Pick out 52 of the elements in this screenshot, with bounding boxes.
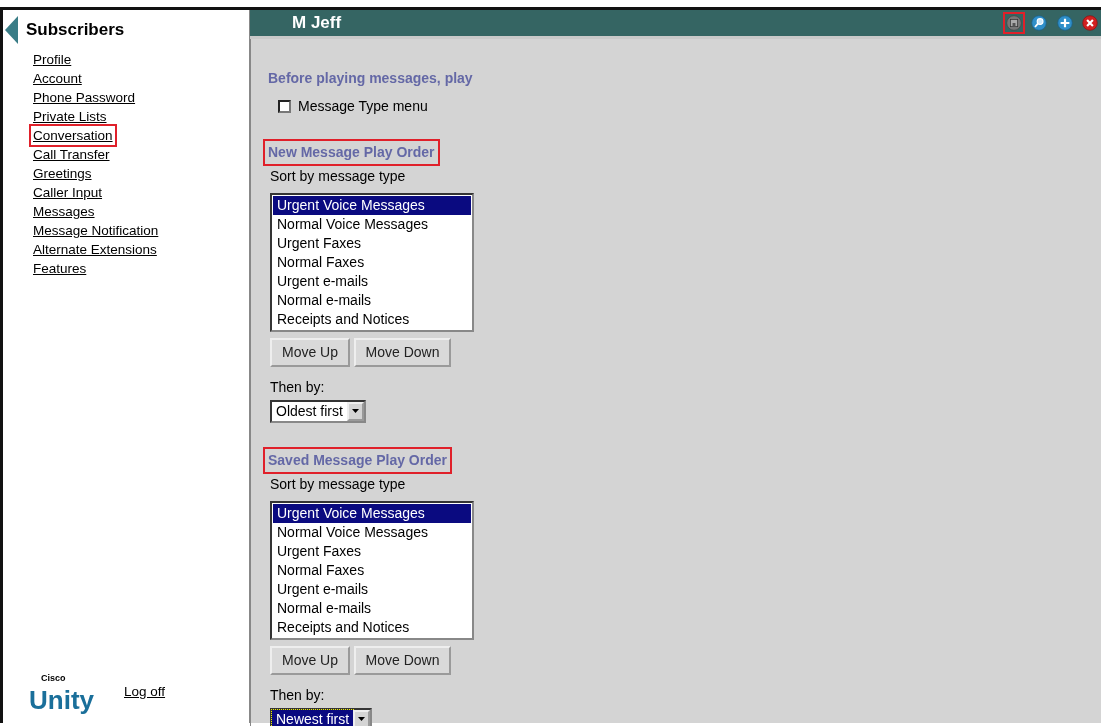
sidebar-link[interactable]: Call Transfer: [31, 145, 112, 164]
page-title: M Jeff: [292, 12, 342, 34]
list-option[interactable]: Urgent e-mails: [273, 579, 471, 599]
sort-order-dropdown[interactable]: Oldest first: [270, 399, 366, 423]
move-down-button[interactable]: Move Down: [353, 645, 452, 675]
message-type-list[interactable]: Urgent Voice Messages Normal Voice Messages Urgent Faxes Normal Faxes Urgent e-mails Normal e-mails Receipts and Notices: [270, 192, 474, 332]
dropdown-caret-icon: [351, 409, 359, 413]
checkbox[interactable]: [278, 99, 291, 113]
sidebar-link[interactable]: Phone Password: [31, 88, 138, 107]
list-option[interactable]: Normal Faxes: [273, 252, 471, 272]
logoff-link[interactable]: Log off: [122, 681, 168, 701]
list-option[interactable]: Normal e-mails: [273, 290, 471, 310]
section-heading: Before playing messages, play: [267, 68, 474, 88]
list-option[interactable]: Urgent Faxes: [273, 233, 471, 253]
logo-caption: Cisco: [41, 671, 67, 685]
section-heading: Saved Message Play Order: [263, 446, 452, 474]
list-option[interactable]: Receipts and Notices: [273, 617, 471, 637]
move-up-button[interactable]: Move Up: [270, 337, 351, 367]
back-arrow-icon[interactable]: [5, 16, 19, 44]
sidebar-link[interactable]: Message Notification: [31, 221, 161, 240]
dropdown-caret-icon: [358, 717, 366, 721]
logo-wordmark: Unity: [29, 685, 94, 715]
field-label: Then by:: [270, 685, 326, 705]
sidebar-link[interactable]: Features: [31, 259, 89, 278]
move-up-button[interactable]: Move Up: [270, 645, 351, 675]
section-heading: New Message Play Order: [263, 138, 440, 166]
sidebar-title: Subscribers: [26, 19, 125, 42]
checkbox-label: Message Type menu: [298, 96, 428, 116]
list-option[interactable]: Normal Voice Messages: [273, 214, 471, 234]
list-option[interactable]: Urgent Voice Messages: [273, 503, 471, 523]
sidebar-link[interactable]: Messages: [31, 202, 97, 221]
list-option[interactable]: Urgent Voice Messages: [273, 195, 471, 215]
sidebar-link[interactable]: Greetings: [31, 164, 94, 183]
list-option[interactable]: Receipts and Notices: [273, 309, 471, 329]
save-icon[interactable]: [1002, 11, 1025, 34]
sidebar-link[interactable]: Profile: [31, 50, 74, 69]
sidebar-link[interactable]: Caller Input: [31, 183, 105, 202]
list-option[interactable]: Normal e-mails: [273, 598, 471, 618]
sort-order-dropdown[interactable]: Newest first: [270, 707, 373, 726]
field-label: Sort by message type: [270, 166, 407, 186]
sidebar-link[interactable]: Account: [31, 69, 84, 88]
move-down-button[interactable]: Move Down: [353, 337, 452, 367]
sidebar-link[interactable]: Private Lists: [31, 107, 109, 126]
field-label: Then by:: [270, 377, 326, 397]
list-option[interactable]: Normal Faxes: [273, 560, 471, 580]
sidebar-link[interactable]: Conversation: [31, 126, 115, 145]
sidebar-link[interactable]: Alternate Extensions: [31, 240, 159, 259]
list-option[interactable]: Normal Voice Messages: [273, 522, 471, 542]
list-option[interactable]: Urgent Faxes: [273, 541, 471, 561]
field-label: Sort by message type: [270, 474, 407, 494]
message-type-list[interactable]: Urgent Voice Messages Normal Voice Messages Urgent Faxes Normal Faxes Urgent e-mails Normal e-mails Receipts and Notices: [270, 500, 474, 640]
list-option[interactable]: Urgent e-mails: [273, 271, 471, 291]
